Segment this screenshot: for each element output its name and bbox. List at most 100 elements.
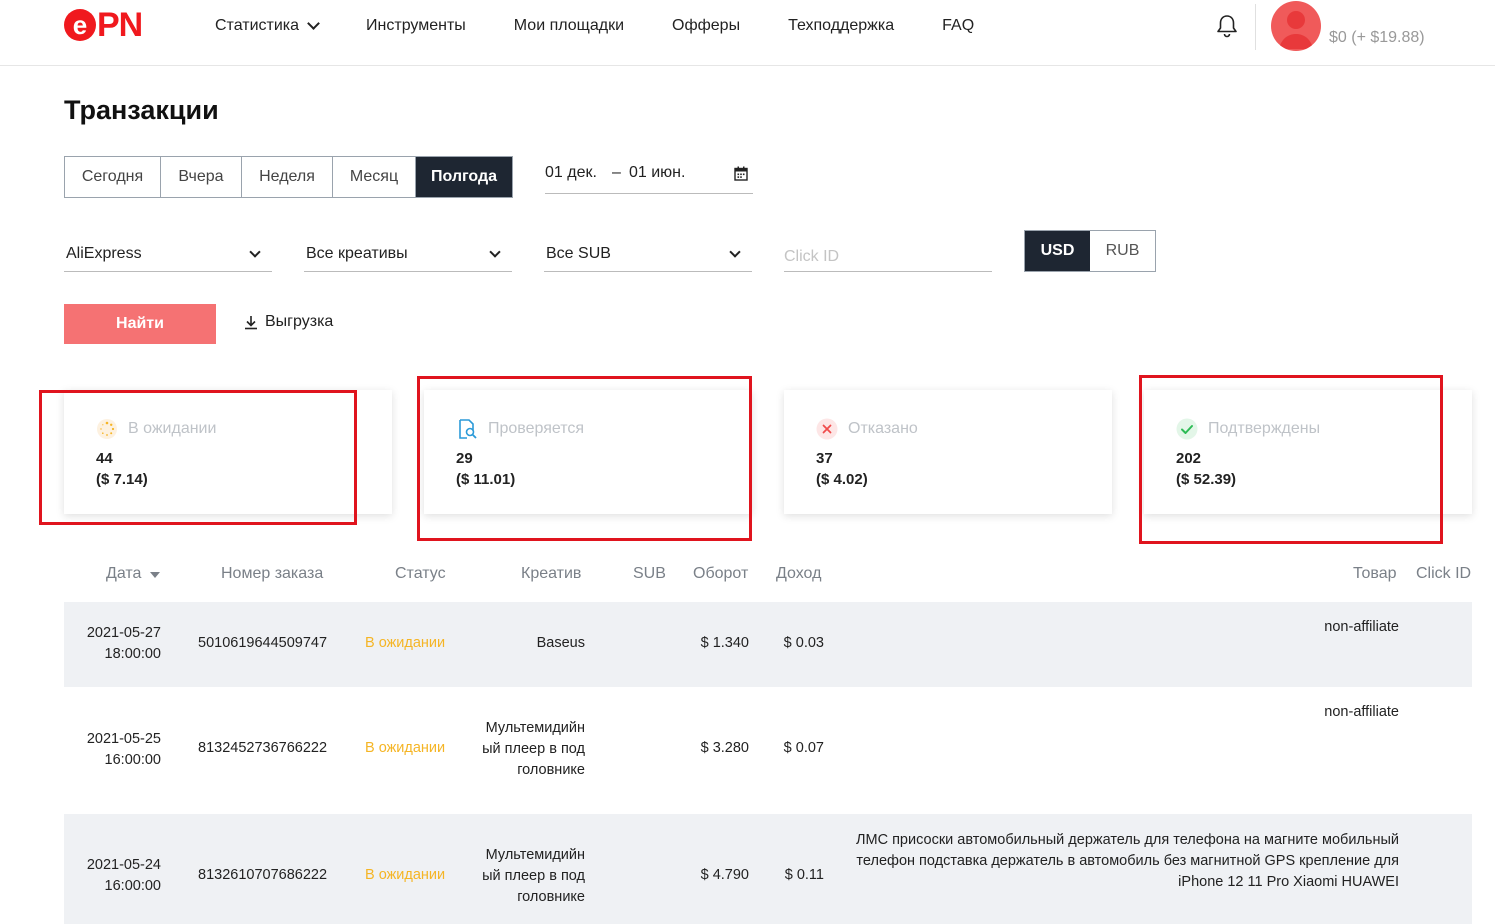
- row-creative: Baseus: [536, 635, 585, 651]
- stat-count: 29: [456, 450, 473, 467]
- period-today-button[interactable]: Сегодня: [65, 157, 161, 197]
- table-header: Дата Номер заказа Статус Креатив SUB Обо…: [64, 560, 1472, 590]
- row-product-line: ЛМС присоски автомобильный держатель для…: [855, 832, 1399, 848]
- chevron-down-icon: [489, 246, 501, 258]
- row-datetime: 2021-05-25 16:00:00: [87, 729, 161, 771]
- row-creative: Мультемидийн ый плеер в под головнике: [445, 718, 585, 781]
- click-id-input[interactable]: [784, 230, 992, 272]
- row-status: В ожидании: [365, 635, 446, 651]
- row-date: 2021-05-25: [86, 731, 161, 747]
- period-selector: Сегодня Вчера Неделя Месяц Полгода: [64, 156, 513, 198]
- nav-offers-label: Офферы: [672, 17, 741, 34]
- row-income: $ 0.03: [783, 635, 824, 651]
- nav-offers[interactable]: Офферы: [672, 15, 740, 37]
- stat-count: 37: [816, 450, 833, 467]
- sort-desc-icon: [150, 572, 161, 578]
- date-separator: –: [612, 164, 621, 181]
- date-from: 01 дек.: [545, 164, 597, 181]
- column-date-label: Дата: [106, 565, 142, 582]
- offer-select[interactable]: AliExpress: [64, 230, 272, 272]
- row-income: $ 0.11: [784, 867, 824, 883]
- column-income: Доход: [776, 565, 822, 582]
- column-click-id: Click ID: [1416, 565, 1472, 582]
- row-creative-line: Мультемидийн: [485, 720, 585, 736]
- stat-count: 44: [96, 450, 113, 467]
- bell-icon[interactable]: [1214, 13, 1240, 39]
- table-row[interactable]: 2021-05-25 16:00:00 8132452736766222 В о…: [64, 687, 1472, 814]
- stat-card-reviewing[interactable]: Проверяется 29 ($ 11.01): [424, 390, 752, 514]
- logo-e-mark: e: [64, 9, 96, 41]
- row-time: 16:00:00: [104, 878, 161, 894]
- table-row[interactable]: 2021-05-24 16:00:00 8132610707686222 В о…: [64, 814, 1472, 924]
- row-time: 18:00:00: [104, 646, 161, 662]
- stat-label: Проверяется: [488, 420, 585, 437]
- row-datetime: 2021-05-27 18:00:00: [87, 623, 161, 665]
- creative-select[interactable]: Все креативы: [304, 230, 512, 272]
- row-date: 2021-05-27: [86, 625, 161, 641]
- column-turnover: Оборот: [693, 565, 749, 582]
- column-product: Товар: [1353, 565, 1397, 582]
- nav-my-sites[interactable]: Мои площадки: [514, 15, 624, 37]
- rejected-icon: [816, 418, 838, 440]
- nav-statistics-label: Статистика: [215, 17, 300, 34]
- find-button[interactable]: Найти: [64, 304, 216, 344]
- currency-usd-button[interactable]: USD: [1025, 231, 1090, 271]
- epn-logo[interactable]: e PN: [64, 6, 143, 44]
- stat-label: В ожидании: [128, 420, 217, 437]
- column-sub: SUB: [633, 565, 666, 582]
- chevron-down-icon: [307, 17, 320, 30]
- row-creative-line: головнике: [517, 889, 585, 905]
- row-order-number: 5010619644509747: [198, 635, 328, 651]
- export-label: Выгрузка: [265, 313, 334, 330]
- stat-count: 202: [1176, 450, 1202, 467]
- logo-text: PN: [97, 6, 143, 44]
- chevron-down-icon: [249, 246, 261, 258]
- currency-rub-button[interactable]: RUB: [1090, 231, 1155, 271]
- column-date[interactable]: Дата: [106, 565, 161, 583]
- download-icon: [245, 315, 257, 329]
- row-product: ЛМС присоски автомобильный держатель для…: [839, 830, 1399, 893]
- nav-statistics[interactable]: Статистика: [215, 15, 320, 37]
- sub-select-value: Все SUB: [546, 245, 611, 262]
- period-halfyear-button[interactable]: Полгода: [416, 157, 512, 197]
- avatar[interactable]: [1271, 1, 1321, 51]
- row-income: $ 0.07: [783, 740, 824, 756]
- period-week-button[interactable]: Неделя: [242, 157, 333, 197]
- row-creative-line: Мультемидийн: [485, 847, 585, 863]
- row-turnover: $ 1.340: [700, 635, 749, 651]
- row-product: non-affiliate: [1324, 619, 1399, 635]
- sub-select[interactable]: Все SUB: [544, 230, 752, 272]
- page-title: Транзакции: [64, 95, 219, 125]
- row-creative-line: головнике: [517, 762, 585, 778]
- row-creative-line: ый плеер в под: [482, 741, 585, 757]
- period-month-button[interactable]: Месяц: [333, 157, 416, 197]
- row-creative: Мультемидийн ый плеер в под головнике: [445, 845, 585, 908]
- pending-icon: [96, 418, 118, 440]
- creative-select-value: Все креативы: [306, 245, 408, 262]
- column-order: Номер заказа: [221, 565, 324, 582]
- table-row[interactable]: 2021-05-27 18:00:00 5010619644509747 В о…: [64, 602, 1472, 687]
- stat-card-pending[interactable]: В ожидании 44 ($ 7.14): [64, 390, 392, 514]
- date-range-picker[interactable]: 01 дек. – 01 июн.: [545, 156, 753, 194]
- nav-support-label: Техподдержка: [788, 17, 895, 34]
- chevron-down-icon: [729, 246, 741, 258]
- row-status: В ожидании: [365, 740, 446, 756]
- row-turnover: $ 4.790: [700, 867, 749, 883]
- nav-faq[interactable]: FAQ: [942, 15, 974, 37]
- stat-label: Подтверждены: [1208, 420, 1321, 437]
- export-button[interactable]: Выгрузка: [244, 313, 333, 331]
- row-product-line: iPhone 12 11 Pro Xiaomi HUAWEI: [1178, 874, 1399, 890]
- nav-tools[interactable]: Инструменты: [366, 15, 466, 37]
- period-yesterday-button[interactable]: Вчера: [161, 157, 242, 197]
- stat-sum: ($ 11.01): [456, 471, 516, 488]
- account-balance: $0 (+ $19.88): [1329, 29, 1425, 46]
- currency-switch: USD RUB: [1024, 230, 1156, 272]
- nav-support[interactable]: Техподдержка: [788, 15, 894, 37]
- row-date: 2021-05-24: [86, 857, 161, 873]
- stat-card-rejected[interactable]: Отказано 37 ($ 4.02): [784, 390, 1112, 514]
- main-nav: Статистика Инструменты Мои площадки Оффе…: [215, 15, 1022, 37]
- header-divider: [1255, 4, 1256, 50]
- stat-card-confirmed[interactable]: Подтверждены 202 ($ 52.39): [1144, 390, 1472, 514]
- calendar-icon[interactable]: [734, 166, 748, 181]
- row-turnover: $ 3.280: [700, 740, 749, 756]
